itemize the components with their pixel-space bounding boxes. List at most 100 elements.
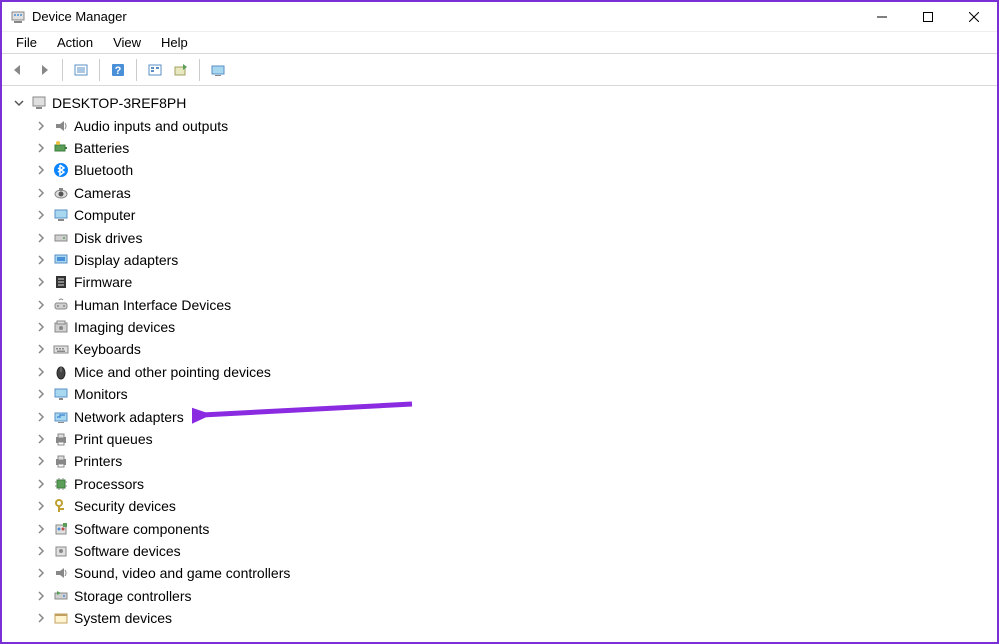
category-label: Computer bbox=[74, 207, 135, 223]
software2-icon bbox=[52, 542, 70, 560]
tree-category-node[interactable]: Monitors bbox=[30, 383, 997, 405]
toolbar: ? bbox=[2, 54, 997, 86]
properties-button[interactable] bbox=[143, 58, 167, 82]
collapse-icon[interactable] bbox=[12, 96, 26, 110]
tree-category-node[interactable]: Display adapters bbox=[30, 249, 997, 271]
computer-icon bbox=[52, 206, 70, 224]
category-label: Display adapters bbox=[74, 252, 178, 268]
device-tree: DESKTOP-3REF8PH Audio inputs and outputs… bbox=[2, 86, 997, 635]
window-title: Device Manager bbox=[32, 9, 127, 24]
toolbar-separator bbox=[199, 59, 200, 81]
tree-category-node[interactable]: Audio inputs and outputs bbox=[30, 114, 997, 136]
help-button[interactable]: ? bbox=[106, 58, 130, 82]
tree-category-node[interactable]: Security devices bbox=[30, 495, 997, 517]
maximize-button[interactable] bbox=[905, 2, 951, 32]
category-label: Processors bbox=[74, 476, 144, 492]
expand-icon[interactable] bbox=[34, 163, 48, 177]
tree-category-node[interactable]: System devices bbox=[30, 607, 997, 629]
tree-category-node[interactable]: Printers bbox=[30, 450, 997, 472]
forward-button[interactable] bbox=[32, 58, 56, 82]
battery-icon bbox=[52, 139, 70, 157]
category-label: Disk drives bbox=[74, 230, 142, 246]
tree-root-node[interactable]: DESKTOP-3REF8PH bbox=[8, 92, 997, 114]
tree-category-node[interactable]: Print queues bbox=[30, 428, 997, 450]
scan-button[interactable] bbox=[206, 58, 230, 82]
menu-action[interactable]: Action bbox=[47, 33, 103, 52]
expand-icon[interactable] bbox=[34, 275, 48, 289]
expand-icon[interactable] bbox=[34, 544, 48, 558]
category-label: Security devices bbox=[74, 498, 176, 514]
menubar: File Action View Help bbox=[2, 32, 997, 54]
svg-text:?: ? bbox=[115, 65, 122, 77]
expand-icon[interactable] bbox=[34, 141, 48, 155]
menu-view[interactable]: View bbox=[103, 33, 151, 52]
tree-category-node[interactable]: Storage controllers bbox=[30, 585, 997, 607]
menu-help[interactable]: Help bbox=[151, 33, 198, 52]
tree-category-node[interactable]: Sound, video and game controllers bbox=[30, 562, 997, 584]
tree-category-node[interactable]: Software devices bbox=[30, 540, 997, 562]
category-label: Batteries bbox=[74, 140, 129, 156]
category-label: Sound, video and game controllers bbox=[74, 565, 290, 581]
category-label: Cameras bbox=[74, 185, 131, 201]
expand-icon[interactable] bbox=[34, 119, 48, 133]
category-label: System devices bbox=[74, 610, 172, 626]
expand-icon[interactable] bbox=[34, 320, 48, 334]
expand-icon[interactable] bbox=[34, 231, 48, 245]
mouse-icon bbox=[52, 363, 70, 381]
expand-icon[interactable] bbox=[34, 589, 48, 603]
tree-category-node[interactable]: Human Interface Devices bbox=[30, 294, 997, 316]
tree-category-node[interactable]: Firmware bbox=[30, 271, 997, 293]
tree-category-node[interactable]: Batteries bbox=[30, 137, 997, 159]
app-icon bbox=[10, 9, 26, 25]
toolbar-separator bbox=[62, 59, 63, 81]
window-controls bbox=[859, 2, 997, 32]
speaker-icon bbox=[52, 564, 70, 582]
expand-icon[interactable] bbox=[34, 454, 48, 468]
camera-icon bbox=[52, 184, 70, 202]
back-button[interactable] bbox=[6, 58, 30, 82]
expand-icon[interactable] bbox=[34, 365, 48, 379]
expand-icon[interactable] bbox=[34, 522, 48, 536]
expand-icon[interactable] bbox=[34, 410, 48, 424]
expand-icon[interactable] bbox=[34, 253, 48, 267]
expand-icon[interactable] bbox=[34, 432, 48, 446]
show-hidden-button[interactable] bbox=[69, 58, 93, 82]
category-label: Audio inputs and outputs bbox=[74, 118, 228, 134]
expand-icon[interactable] bbox=[34, 186, 48, 200]
tree-category-node[interactable]: Imaging devices bbox=[30, 316, 997, 338]
bluetooth-icon bbox=[52, 161, 70, 179]
tree-category-node[interactable]: Bluetooth bbox=[30, 159, 997, 181]
close-button[interactable] bbox=[951, 2, 997, 32]
expand-icon[interactable] bbox=[34, 499, 48, 513]
cpu-icon bbox=[52, 475, 70, 493]
category-label: Mice and other pointing devices bbox=[74, 364, 271, 380]
imaging-icon bbox=[52, 318, 70, 336]
tree-category-node[interactable]: Software components bbox=[30, 517, 997, 539]
tree-category-node[interactable]: Processors bbox=[30, 473, 997, 495]
expand-icon[interactable] bbox=[34, 566, 48, 580]
firmware-icon bbox=[52, 273, 70, 291]
disk-icon bbox=[52, 229, 70, 247]
security-icon bbox=[52, 497, 70, 515]
expand-icon[interactable] bbox=[34, 298, 48, 312]
tree-category-node[interactable]: Network adapters bbox=[30, 405, 997, 427]
category-label: Software components bbox=[74, 521, 209, 537]
storage-icon bbox=[52, 587, 70, 605]
tree-category-node[interactable]: Keyboards bbox=[30, 338, 997, 360]
expand-icon[interactable] bbox=[34, 208, 48, 222]
expand-icon[interactable] bbox=[34, 387, 48, 401]
tree-category-node[interactable]: Disk drives bbox=[30, 226, 997, 248]
tree-category-node[interactable]: Cameras bbox=[30, 182, 997, 204]
category-label: Network adapters bbox=[74, 409, 184, 425]
speaker-icon bbox=[52, 117, 70, 135]
printer-icon bbox=[52, 430, 70, 448]
menu-file[interactable]: File bbox=[6, 33, 47, 52]
update-driver-button[interactable] bbox=[169, 58, 193, 82]
tree-category-node[interactable]: Mice and other pointing devices bbox=[30, 361, 997, 383]
expand-icon[interactable] bbox=[34, 477, 48, 491]
tree-category-node[interactable]: Computer bbox=[30, 204, 997, 226]
keyboard-icon bbox=[52, 340, 70, 358]
minimize-button[interactable] bbox=[859, 2, 905, 32]
expand-icon[interactable] bbox=[34, 611, 48, 625]
expand-icon[interactable] bbox=[34, 342, 48, 356]
